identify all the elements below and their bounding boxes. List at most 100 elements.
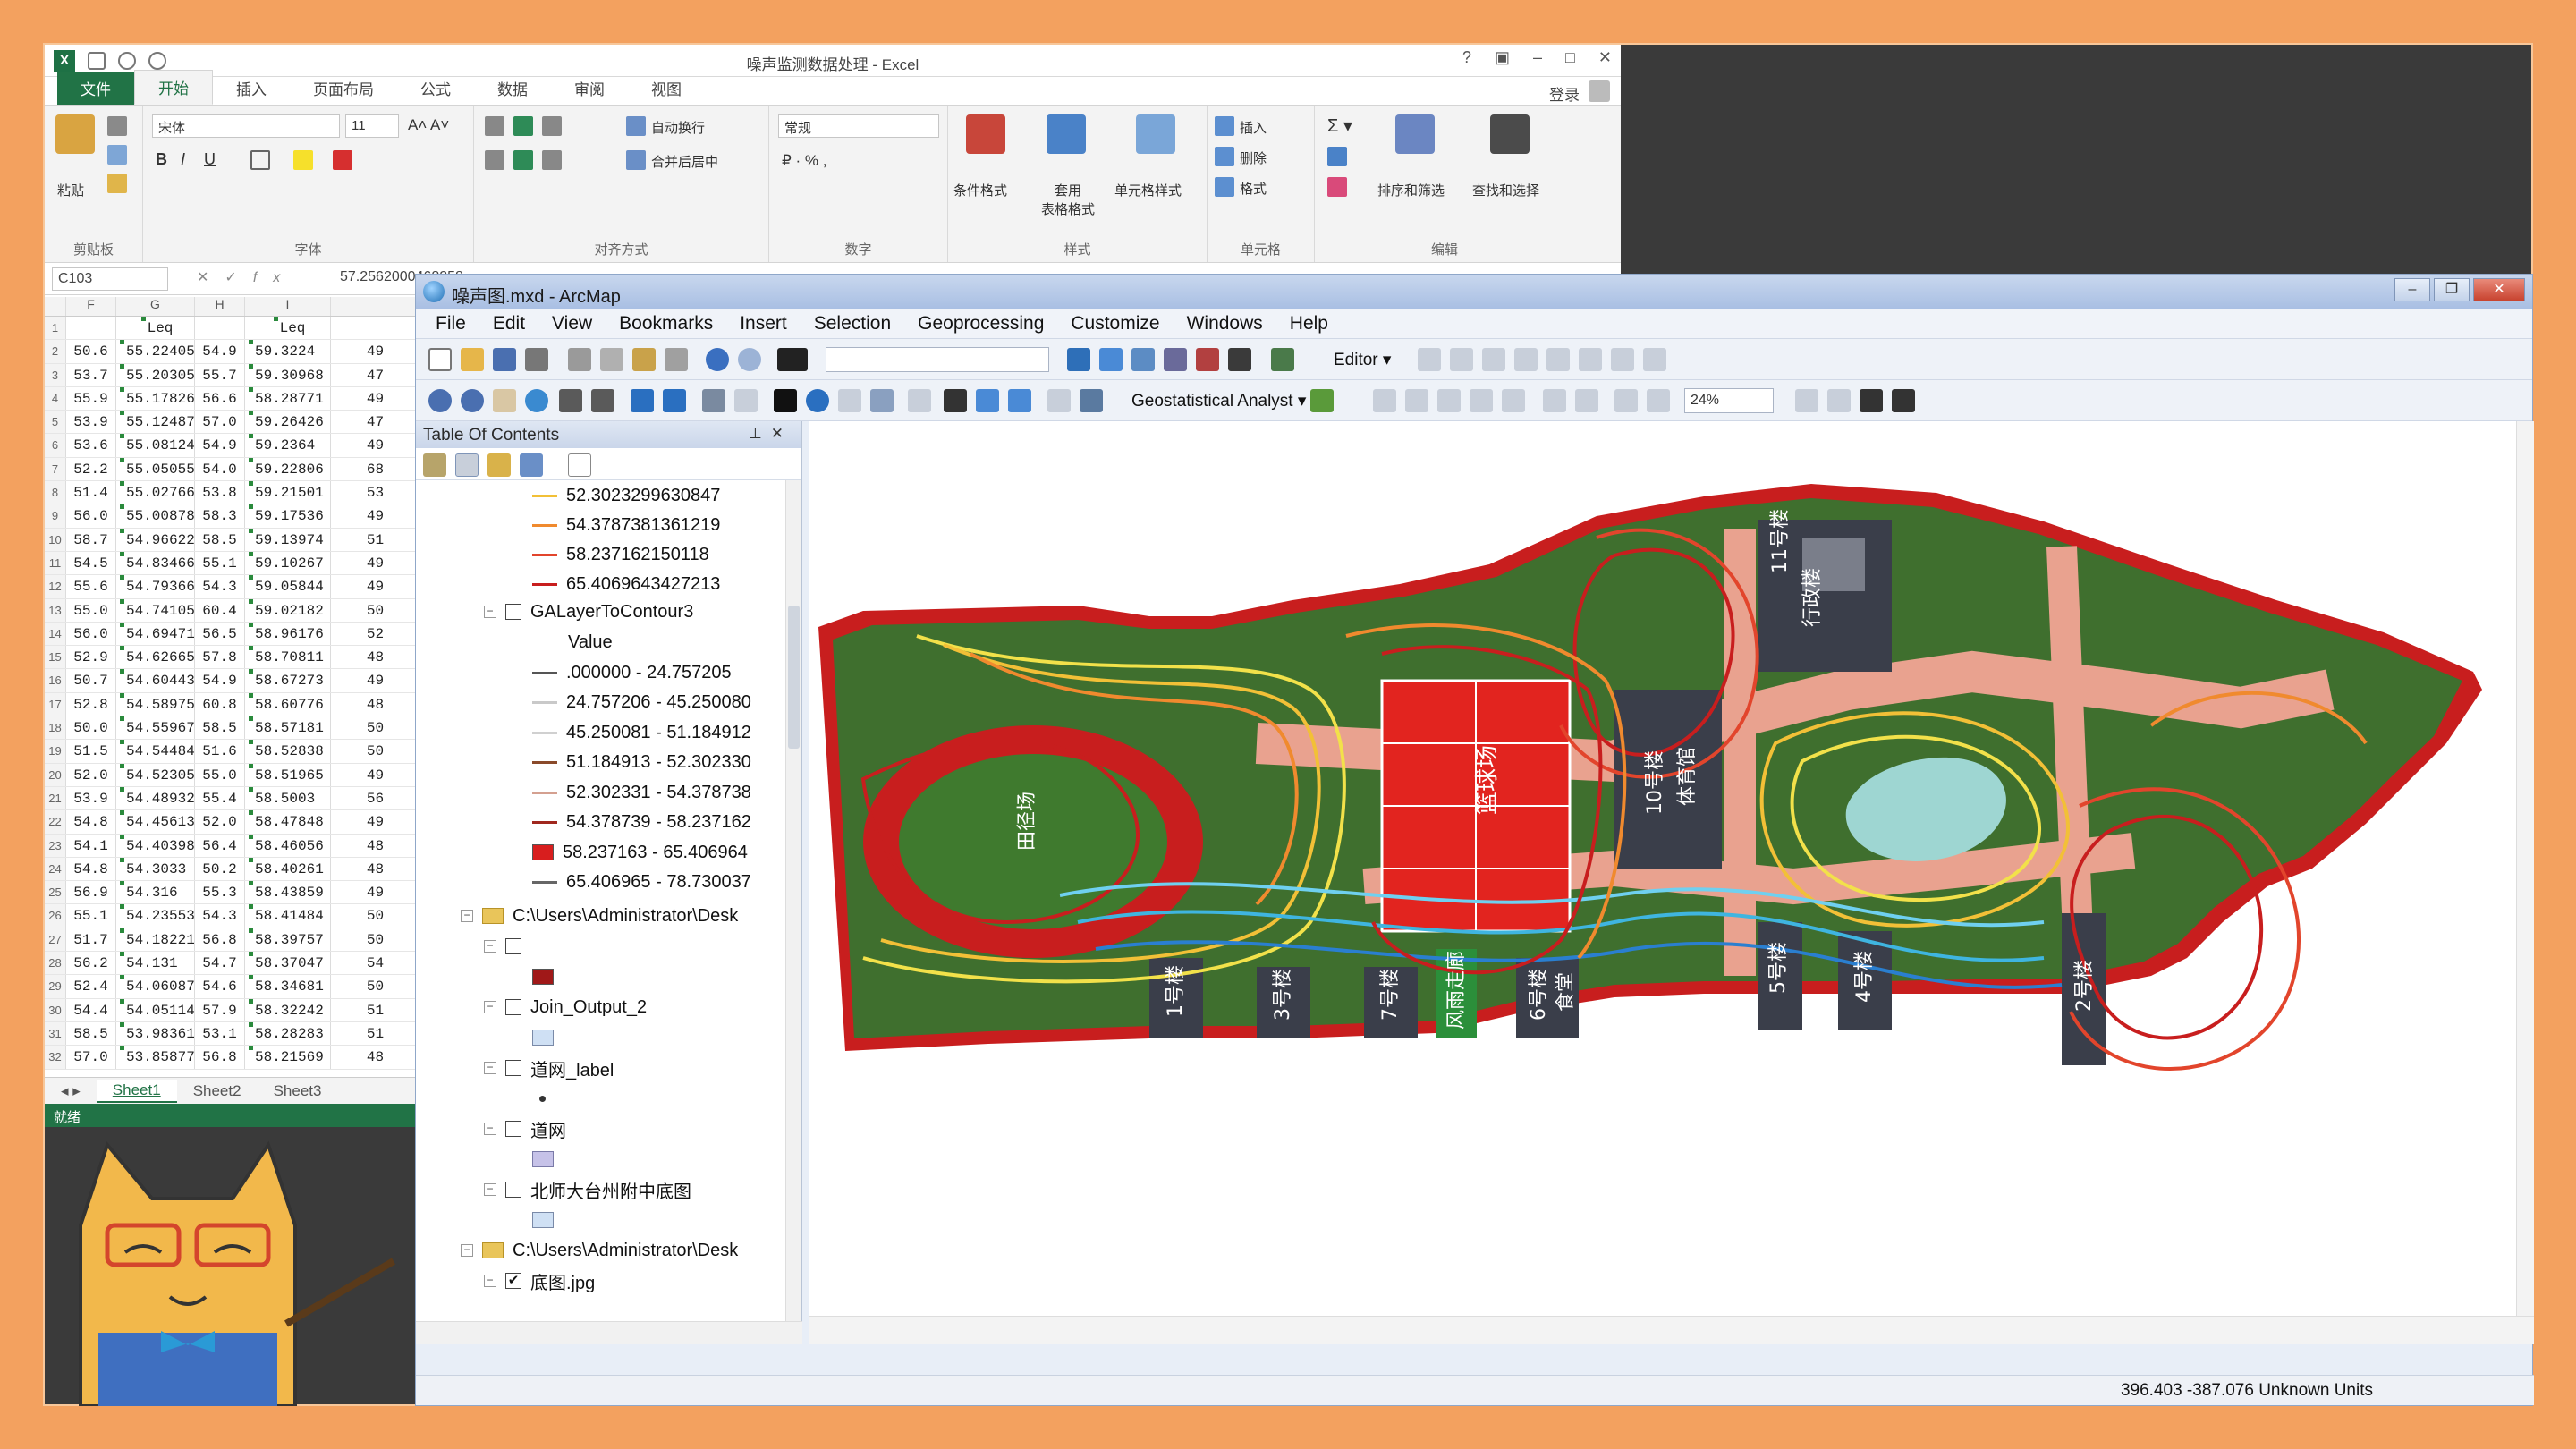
maximize-icon[interactable]: □: [1565, 48, 1575, 67]
cell[interactable]: 53.9: [66, 411, 116, 434]
row-header[interactable]: 22: [45, 810, 66, 834]
column-header[interactable]: F: [66, 297, 116, 316]
find-route-icon[interactable]: [976, 389, 999, 412]
new-document-icon[interactable]: [428, 348, 452, 371]
cell[interactable]: 52.0: [195, 810, 245, 834]
scroll-thumb[interactable]: [788, 606, 800, 749]
map-canvas[interactable]: 11号楼 行政楼 10号楼 体育馆 篮球场 田径场 5号楼 4号楼 2号楼 1号…: [809, 421, 2516, 1316]
row-header[interactable]: 1: [45, 317, 66, 340]
delete-icon[interactable]: [665, 348, 688, 371]
cell[interactable]: 58.41484: [245, 904, 331, 928]
row-header[interactable]: 23: [45, 834, 66, 857]
row-header[interactable]: 3: [45, 363, 66, 386]
cell[interactable]: 54.6: [195, 975, 245, 998]
layer-checkbox[interactable]: [505, 938, 521, 954]
help-icon[interactable]: ?: [1462, 48, 1471, 67]
row-header[interactable]: 12: [45, 575, 66, 598]
cell[interactable]: 49: [331, 669, 420, 692]
menu-windows[interactable]: Windows: [1187, 313, 1263, 335]
table-format-button[interactable]: 套用 表格格式: [1041, 181, 1095, 218]
percent-button[interactable]: ₽ · % ,: [782, 152, 827, 170]
collapse-icon[interactable]: −: [484, 1183, 496, 1196]
restore-icon[interactable]: ❐: [2434, 278, 2470, 301]
cell[interactable]: 56.8: [195, 1046, 245, 1069]
reshape-icon[interactable]: [1514, 348, 1538, 371]
forward-extent-icon[interactable]: [663, 389, 686, 412]
menu-file[interactable]: File: [436, 313, 466, 335]
cell[interactable]: 54.58975: [116, 692, 195, 716]
menu-edit[interactable]: Edit: [493, 313, 525, 335]
collapse-icon[interactable]: −: [484, 1123, 496, 1135]
cell[interactable]: 48: [331, 1046, 420, 1069]
row-header[interactable]: 11: [45, 551, 66, 575]
toc-vertical-scrollbar[interactable]: [785, 480, 801, 1321]
layer-join-output-2[interactable]: − Join_Output_2: [484, 994, 647, 1021]
row-header[interactable]: 7: [45, 457, 66, 481]
sketch-props-icon[interactable]: [1643, 348, 1666, 371]
cell[interactable]: 49: [331, 763, 420, 786]
cell[interactable]: 54.83466: [116, 551, 195, 575]
back-extent-icon[interactable]: [631, 389, 654, 412]
underline-button[interactable]: U: [204, 150, 216, 169]
cell[interactable]: 54.79366: [116, 575, 195, 598]
cell[interactable]: 54.48932: [116, 786, 195, 810]
trace-icon[interactable]: [1482, 348, 1505, 371]
cell[interactable]: 55.3: [195, 881, 245, 904]
layer-checkbox[interactable]: [505, 1182, 521, 1198]
geostat-wizard-icon[interactable]: [1310, 389, 1334, 412]
row-header[interactable]: 8: [45, 481, 66, 504]
row-header[interactable]: 25: [45, 881, 66, 904]
cell[interactable]: 54.1: [66, 834, 116, 857]
cell[interactable]: 60.8: [195, 692, 245, 716]
cell[interactable]: 53.7: [66, 363, 116, 386]
tab-home[interactable]: 开始: [134, 70, 213, 105]
change-layout-icon[interactable]: [1860, 389, 1883, 412]
tab-formulas[interactable]: 公式: [397, 72, 474, 105]
row-header[interactable]: 21: [45, 786, 66, 810]
row-header[interactable]: 10: [45, 528, 66, 551]
delete-cells-icon[interactable]: [1215, 147, 1234, 166]
cell[interactable]: 54.60443: [116, 669, 195, 692]
cell[interactable]: 50: [331, 740, 420, 763]
cell[interactable]: 54.45613: [116, 810, 195, 834]
layer-checkbox[interactable]: [505, 1060, 521, 1076]
layer-checkbox[interactable]: [505, 604, 521, 620]
cell[interactable]: 53.85877: [116, 1046, 195, 1069]
cell[interactable]: 58.5: [195, 528, 245, 551]
cell[interactable]: 57.9: [195, 998, 245, 1021]
menu-customize[interactable]: Customize: [1071, 313, 1159, 335]
cell[interactable]: 55.02766: [116, 481, 195, 504]
cell[interactable]: 54.18221: [116, 928, 195, 952]
cell[interactable]: 59.30968: [245, 363, 331, 386]
cell[interactable]: 56.8: [195, 928, 245, 952]
tab-page-layout[interactable]: 页面布局: [290, 72, 397, 105]
minimize-icon[interactable]: –: [2394, 278, 2430, 301]
layer-galayertocontour3[interactable]: − GALayerToContour3: [484, 598, 693, 625]
catalog-icon[interactable]: [1131, 348, 1155, 371]
cell[interactable]: 50.0: [66, 716, 116, 740]
align-center-icon[interactable]: [513, 150, 533, 170]
grow-font-icon[interactable]: A˄ A˅: [408, 116, 449, 134]
ribbon-display-icon[interactable]: ▣: [1495, 48, 1510, 67]
cell[interactable]: 59.21501: [245, 481, 331, 504]
number-format-combo[interactable]: 常规: [778, 114, 939, 138]
options-icon[interactable]: [568, 453, 591, 477]
cell[interactable]: 52.8: [66, 692, 116, 716]
collapse-icon[interactable]: −: [484, 1062, 496, 1074]
paste-icon[interactable]: [55, 114, 95, 154]
row-header[interactable]: 15: [45, 646, 66, 669]
conditional-format-button[interactable]: 条件格式: [953, 181, 1007, 199]
delete-cells-button[interactable]: 删除: [1240, 148, 1267, 167]
cell[interactable]: 55.20305: [116, 363, 195, 386]
select-features-icon[interactable]: [702, 389, 725, 412]
fill-color-icon[interactable]: [293, 150, 313, 170]
cell[interactable]: 54: [331, 952, 420, 975]
row-header[interactable]: 19: [45, 740, 66, 763]
cell[interactable]: 54.9: [195, 669, 245, 692]
clear-icon[interactable]: [1327, 177, 1347, 197]
pan-icon[interactable]: [493, 389, 516, 412]
layer-road[interactable]: − 道网: [484, 1115, 566, 1142]
row-header[interactable]: 31: [45, 1021, 66, 1046]
italic-button[interactable]: I: [181, 150, 185, 169]
viewer-window-icon[interactable]: [1080, 389, 1103, 412]
